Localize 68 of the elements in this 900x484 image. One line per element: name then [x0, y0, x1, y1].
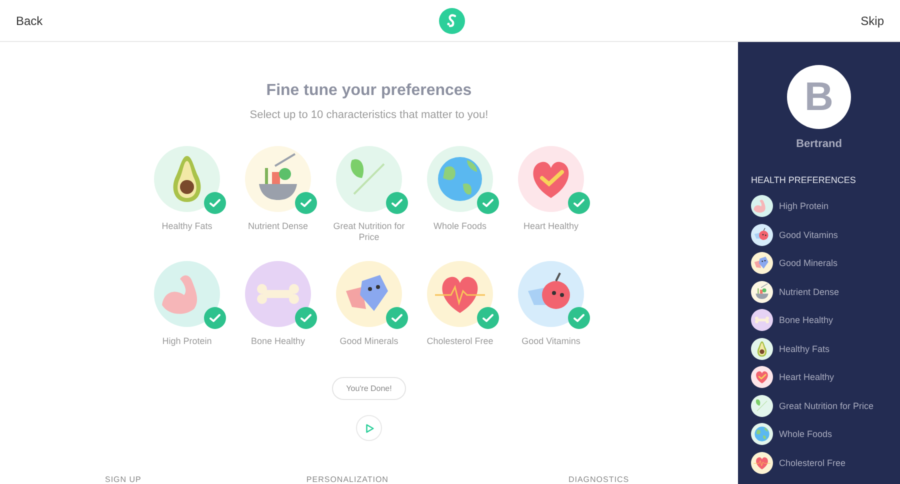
page-title: Fine tune your preferences	[266, 82, 472, 100]
user-name: Bertrand	[796, 138, 842, 150]
preference-item: Good Minerals	[779, 258, 838, 268]
salad-drawing	[245, 146, 311, 212]
preference-option[interactable]	[518, 261, 590, 329]
arm-drawing	[751, 195, 773, 218]
check-badge-icon	[568, 192, 590, 214]
page-subtitle: Select up to 10 characteristics that matter to you!	[250, 109, 488, 121]
preference-item: Nutrient Dense	[779, 286, 840, 297]
check-badge-icon	[204, 192, 226, 214]
footer-heading: PERSONALIZATION	[306, 475, 388, 484]
avocado-drawing	[154, 146, 220, 212]
heart-drawing	[751, 366, 773, 388]
preference-option[interactable]	[427, 261, 499, 329]
check-badge-icon	[477, 307, 499, 329]
footer-heading: DIAGNOSTICS	[568, 475, 630, 484]
preference-item: Bone Healthy	[779, 315, 834, 326]
option-label: Cholesterol Free	[426, 336, 494, 347]
pulse-drawing	[427, 261, 493, 327]
avocado-drawing	[751, 338, 773, 360]
option-label: Good Vitamins	[520, 336, 582, 347]
option-label: Whole Foods	[432, 221, 488, 232]
preference-item: Heart Healthy	[779, 372, 834, 382]
preference-item: Whole Foods	[779, 429, 832, 440]
bone-drawing	[751, 309, 773, 332]
apple-drawing	[751, 224, 773, 246]
option-label: Great Nutrition for Price	[333, 221, 405, 243]
done-button[interactable]: You're Done!	[332, 377, 406, 400]
check-badge-icon	[295, 307, 317, 329]
back-link[interactable]: Back	[16, 14, 43, 28]
avatar-initial: B	[787, 65, 851, 129]
globe-drawing	[427, 146, 493, 212]
option-label: Healthy Fats	[160, 221, 214, 232]
preference-item: Good Vitamins	[779, 230, 838, 240]
preference-option[interactable]	[518, 146, 590, 214]
option-label: Nutrient Dense	[246, 221, 310, 232]
option-label: Bone Healthy	[250, 336, 306, 347]
pulse-drawing	[751, 452, 773, 474]
greens-drawing	[336, 146, 402, 212]
greens-drawing	[751, 394, 773, 417]
preference-item: Cholesterol Free	[779, 458, 846, 468]
salad-drawing	[751, 280, 773, 303]
globe-drawing	[751, 423, 773, 446]
option-label: High Protein	[161, 336, 213, 347]
option-label: Heart Healthy	[522, 221, 580, 232]
bone-drawing	[245, 261, 311, 327]
heart-drawing	[518, 146, 584, 212]
preference-option[interactable]	[154, 146, 226, 214]
apple-drawing	[518, 261, 584, 327]
option-label: Good Minerals	[338, 336, 400, 347]
preference-item: High Protein	[779, 201, 829, 212]
preference-item: Healthy Fats	[779, 344, 830, 354]
check-badge-icon	[204, 307, 226, 329]
section-heading: HEALTH PREFERENCES	[751, 175, 857, 185]
check-badge-icon	[386, 307, 408, 329]
check-badge-icon	[295, 192, 317, 214]
skip-link[interactable]: Skip	[860, 14, 884, 28]
check-badge-icon	[386, 192, 408, 214]
preference-item: Great Nutrition for Price	[779, 400, 874, 411]
gem-drawing	[336, 261, 402, 327]
arm-drawing	[154, 261, 220, 327]
check-badge-icon	[568, 307, 590, 329]
play-button[interactable]	[356, 415, 382, 441]
logo-icon	[438, 8, 465, 34]
check-badge-icon	[477, 192, 499, 214]
play-icon	[364, 422, 374, 434]
footer-heading: SIGN UP	[105, 475, 142, 484]
gem-drawing	[751, 252, 773, 274]
